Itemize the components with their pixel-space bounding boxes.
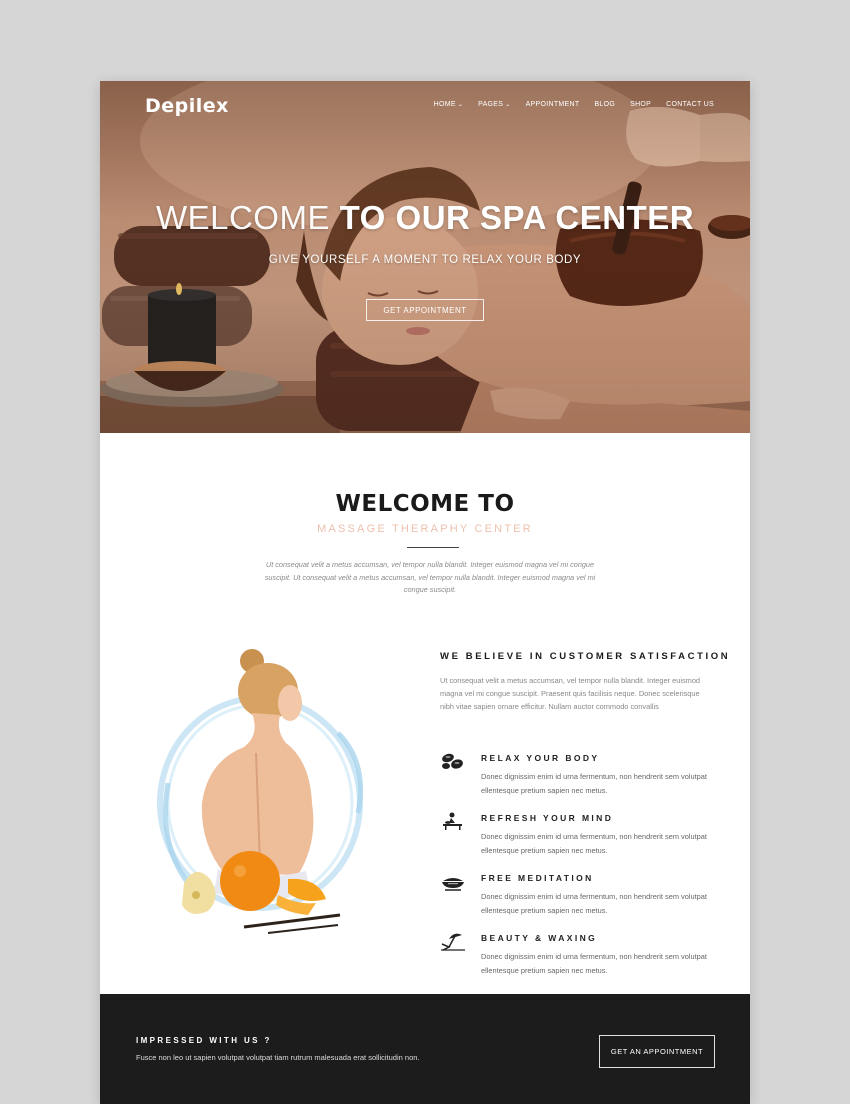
nav-item-label: BLOG bbox=[594, 101, 616, 108]
feature-heading: WE BELIEVE IN CUSTOMER SATISFACTION bbox=[440, 651, 731, 662]
feature-text: Ut consequat velit a metus accumsan, vel… bbox=[440, 676, 701, 711]
beach-umbrella-icon bbox=[441, 933, 465, 951]
feature-item-title: RELAX YOUR BODY bbox=[481, 753, 600, 763]
nav-item-label: PAGES bbox=[478, 101, 504, 108]
main-nav: HOME ⌄ PAGES ⌄ APPOINTMENT BLOG SHOP CON… bbox=[434, 101, 714, 108]
feature-item-desc: Donec dignissim enim id urna fermentum, … bbox=[481, 772, 707, 795]
feature-item-title: REFRESH YOUR MIND bbox=[481, 813, 614, 823]
chevron-down-icon: ⌄ bbox=[457, 102, 464, 108]
feature-item-title: BEAUTY & WAXING bbox=[481, 933, 598, 943]
hero-section: Depilex HOME ⌄ PAGES ⌄ APPOINTMENT BLOG … bbox=[100, 81, 750, 433]
nav-item-label: SHOP bbox=[630, 101, 652, 108]
massage-icon bbox=[443, 812, 462, 830]
stones-icon bbox=[442, 753, 463, 769]
nav-item-label: HOME bbox=[433, 101, 456, 108]
welcome-title: WELCOME TO bbox=[335, 491, 515, 517]
feature-item-desc: Donec dignissim enim id urna fermentum, … bbox=[481, 952, 707, 975]
nav-item-label: CONTACT US bbox=[666, 101, 714, 108]
hero-title-bold: TO OUR SPA CENTER bbox=[339, 199, 695, 236]
chevron-down-icon: ⌄ bbox=[505, 102, 511, 108]
nav-item-home[interactable]: HOME ⌄ bbox=[434, 101, 464, 108]
hero-title: WELCOME TO OUR SPA CENTER bbox=[100, 201, 750, 234]
get-an-appointment-button[interactable]: GET AN APPOINTMENT bbox=[599, 1035, 715, 1068]
hero-subtitle: GIVE YOURSELF A MOMENT TO RELAX YOUR BOD… bbox=[268, 254, 582, 266]
nav-item-blog[interactable]: BLOG bbox=[594, 101, 615, 108]
page: Depilex HOME ⌄ PAGES ⌄ APPOINTMENT BLOG … bbox=[100, 81, 750, 1104]
nav-item-contact[interactable]: CONTACT US bbox=[666, 101, 714, 108]
cta-section: IMPRESSED WITH US ? Fusce non leo ut sap… bbox=[100, 994, 750, 1104]
get-appointment-button[interactable]: GET APPOINTMENT bbox=[366, 299, 484, 321]
meditation-bowl-icon bbox=[442, 878, 464, 891]
welcome-text: Ut consequat velit a metus accumsan, vel… bbox=[264, 560, 596, 594]
nav-item-pages[interactable]: PAGES ⌄ bbox=[478, 101, 510, 108]
cta-text: Fusce non leo ut sapien volutpat volutpa… bbox=[136, 1053, 420, 1062]
nav-item-shop[interactable]: SHOP bbox=[630, 101, 651, 108]
cta-heading: IMPRESSED WITH US ? bbox=[136, 1036, 272, 1045]
hero-title-light: WELCOME bbox=[155, 199, 340, 236]
welcome-subtitle: MASSAGE THERAPHY CENTER bbox=[317, 523, 533, 535]
divider bbox=[407, 547, 459, 548]
feature-item-desc: Donec dignissim enim id urna fermentum, … bbox=[481, 892, 707, 915]
nav-item-label: APPOINTMENT bbox=[525, 101, 580, 108]
spa-woman-image bbox=[157, 649, 363, 934]
nav-item-appointment[interactable]: APPOINTMENT bbox=[526, 101, 580, 108]
feature-item-desc: Donec dignissim enim id urna fermentum, … bbox=[481, 832, 707, 855]
brand-logo[interactable]: Depilex bbox=[145, 95, 229, 117]
feature-item-title: FREE MEDITATION bbox=[481, 873, 594, 883]
